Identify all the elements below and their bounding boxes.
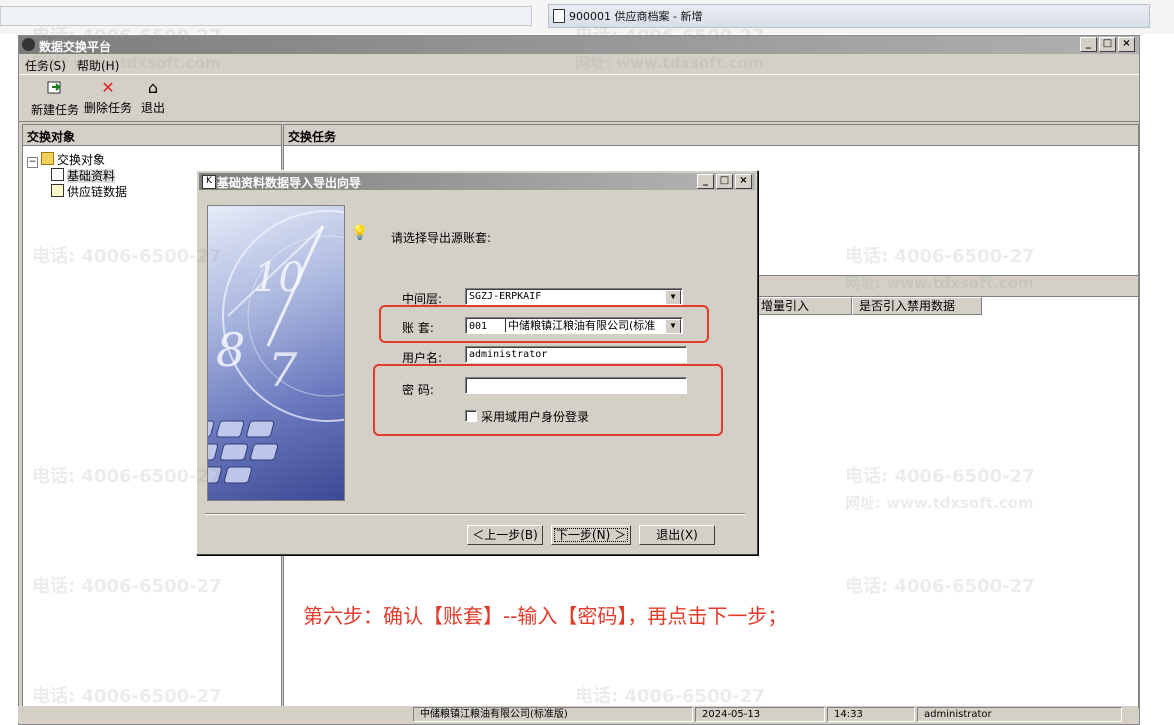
- document-icon: [51, 184, 64, 197]
- svg-text:8: 8: [216, 323, 245, 377]
- window-title: 数据交换平台: [39, 40, 112, 54]
- background-document-title: 900001 供应商档案 - 新增: [569, 10, 703, 23]
- chevron-down-icon[interactable]: ▼: [665, 290, 681, 304]
- wizard-prompt: 请选择导出源账套:: [391, 231, 492, 245]
- delete-icon: ✕: [101, 78, 115, 97]
- column-disabled-data[interactable]: 是否引入禁用数据: [852, 297, 982, 315]
- app-icon: [22, 38, 35, 51]
- background-document-tab[interactable]: 900001 供应商档案 - 新增: [548, 4, 1150, 28]
- delete-task-label: 删除任务: [84, 101, 133, 115]
- dialog-exit-button[interactable]: 退出(X): [639, 525, 715, 545]
- main-titlebar: 数据交换平台 _ □ ×: [19, 36, 1139, 54]
- status-bar: 中储粮镇江粮油有限公司(标准版) 2024-05-13 14:33 admini…: [18, 706, 1138, 723]
- password-highlight-box: [373, 364, 723, 436]
- collapse-icon[interactable]: −: [27, 157, 38, 168]
- dialog-close-button[interactable]: ×: [735, 174, 752, 189]
- object-tree: − 交换对象 基础资料 供应链数据: [27, 151, 127, 199]
- status-company: 中储粮镇江粮油有限公司(标准版): [413, 707, 693, 722]
- import-export-wizard-dialog: K 基础资料数据导入导出向导 _ □ × 10 8 7 💡 请选择导出源账套: …: [196, 170, 758, 555]
- middle-layer-select[interactable]: SGZJ-ERPKAIF ▼: [465, 288, 683, 305]
- menu-bar: 任务(S) 帮助(H): [19, 54, 1139, 74]
- background-taskbar: 900001 供应商档案 - 新增: [0, 0, 1174, 34]
- dialog-separator: [205, 513, 745, 515]
- account-highlight-box: [379, 305, 709, 343]
- exchange-object-header: 交换对象: [23, 125, 281, 146]
- maximize-button[interactable]: □: [1099, 37, 1116, 52]
- tree-item-supply[interactable]: 供应链数据: [27, 183, 127, 199]
- svg-text:7: 7: [268, 343, 298, 397]
- tree-root[interactable]: − 交换对象: [27, 151, 127, 168]
- menu-help[interactable]: 帮助(H): [77, 57, 119, 74]
- dialog-titlebar: K 基础资料数据导入导出向导 _ □ ×: [199, 173, 755, 190]
- home-icon: ⌂: [147, 78, 159, 97]
- toolbar: 新建任务 ✕ 删除任务 ⌂ 退出: [19, 74, 1139, 122]
- tree-item-basic[interactable]: 基础资料: [27, 167, 127, 183]
- new-task-icon: [31, 79, 79, 99]
- svg-text:10: 10: [253, 255, 304, 301]
- exit-button[interactable]: ⌂ 退出: [141, 79, 165, 116]
- wizard-illustration: 10 8 7: [207, 205, 345, 501]
- close-button[interactable]: ×: [1118, 37, 1135, 52]
- exit-label: 退出: [141, 101, 166, 115]
- menu-task[interactable]: 任务(S): [25, 57, 66, 74]
- document-icon: [51, 168, 64, 181]
- instruction-annotation: 第六步：确认【账套】--输入【密码】，再点击下一步；: [303, 604, 788, 628]
- background-window-bar: [0, 6, 532, 26]
- status-user: administrator: [917, 707, 1122, 722]
- folder-icon: [41, 152, 54, 165]
- status-time: 14:33: [827, 707, 915, 722]
- minimize-button[interactable]: _: [1080, 37, 1097, 52]
- dialog-maximize-button[interactable]: □: [716, 174, 733, 189]
- status-date: 2024-05-13: [695, 707, 825, 722]
- new-task-button[interactable]: 新建任务: [31, 79, 79, 118]
- dialog-title: 基础资料数据导入导出向导: [217, 176, 362, 190]
- exchange-task-header: 交换任务: [284, 125, 1138, 146]
- lightbulb-icon: 💡: [351, 225, 369, 241]
- back-button[interactable]: ＜上一步(B): [467, 525, 543, 545]
- dialog-icon: K: [202, 175, 216, 189]
- dialog-minimize-button[interactable]: _: [697, 174, 714, 189]
- document-icon: [553, 9, 565, 23]
- delete-task-button[interactable]: ✕ 删除任务: [84, 79, 132, 116]
- next-button[interactable]: 下一步(N) ＞: [551, 525, 631, 545]
- column-incremental[interactable]: 增量引入: [754, 297, 852, 315]
- username-field[interactable]: administrator: [465, 346, 687, 363]
- new-task-label: 新建任务: [31, 103, 80, 117]
